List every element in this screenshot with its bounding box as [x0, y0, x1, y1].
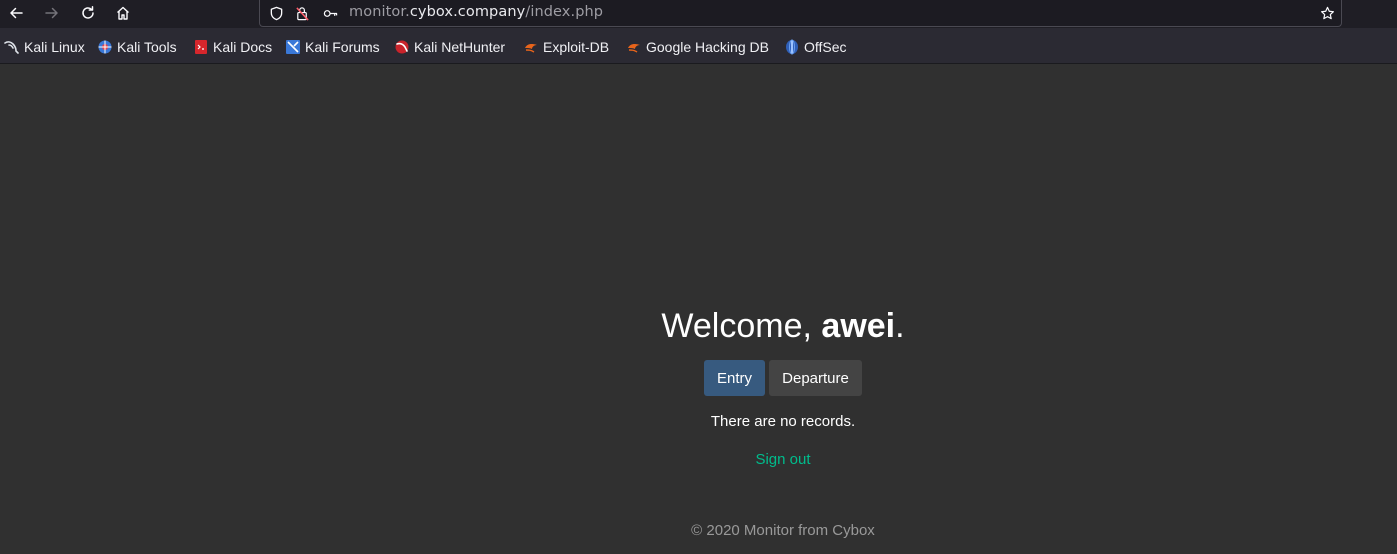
departure-button[interactable]: Departure [769, 360, 862, 396]
url-domain: cybox.company [409, 4, 526, 20]
tracking-protection-button[interactable] [267, 4, 285, 22]
welcome-heading: Welcome, awei. [583, 304, 983, 348]
kali-docs-icon [193, 39, 209, 55]
exploit-db-icon [523, 39, 539, 55]
bookmark-label: Kali NetHunter [414, 39, 506, 55]
bookmarks-bar: Kali Linux Kali Tools Kali Docs Kali For… [0, 28, 1397, 64]
insecure-lock-icon [295, 6, 309, 21]
welcome-suffix: . [895, 307, 905, 345]
reload-icon [82, 6, 94, 19]
kali-forums-icon [285, 39, 301, 55]
shield-icon [270, 6, 282, 20]
bookmark-kali-tools[interactable]: Kali Tools [97, 37, 177, 57]
welcome-prefix: Welcome, [661, 307, 822, 345]
site-security-button[interactable] [293, 4, 311, 22]
arrow-left-icon [10, 7, 23, 19]
bookmark-kali-docs[interactable]: Kali Docs [193, 37, 272, 57]
forward-button[interactable] [40, 2, 64, 24]
sign-out-link[interactable]: Sign out [683, 451, 883, 468]
bookmark-star-button[interactable] [1318, 4, 1336, 22]
url-prefix: monitor. [349, 4, 410, 20]
bookmark-kali-nethunter[interactable]: Kali NetHunter [394, 37, 505, 57]
star-icon [1320, 6, 1334, 19]
bookmark-exploit-db[interactable]: Exploit-DB [523, 37, 609, 57]
bookmark-kali-linux[interactable]: Kali Linux [4, 37, 85, 57]
bookmark-label: Kali Docs [213, 39, 273, 55]
page-content: Welcome, awei. Entry Departure There are… [0, 64, 1397, 554]
kali-nethunter-icon [394, 39, 410, 55]
entry-button[interactable]: Entry [704, 360, 765, 396]
footer-copyright: © 2020 Monitor from Cybox [691, 522, 875, 539]
bookmark-label: Kali Linux [24, 39, 85, 55]
home-button[interactable] [111, 2, 135, 24]
offsec-icon [784, 39, 800, 55]
bookmark-label: Kali Tools [117, 39, 177, 55]
bookmark-offsec[interactable]: OffSec [784, 37, 847, 57]
bookmark-google-hacking-db[interactable]: Google Hacking DB [626, 37, 769, 57]
bookmark-label: Kali Forums [305, 39, 380, 55]
reload-button[interactable] [76, 2, 100, 24]
no-records-message: There are no records. [710, 413, 856, 430]
browser-toolbar: monitor.cybox.company/index.php [0, 0, 1397, 28]
google-hacking-db-icon [626, 39, 642, 55]
bookmark-label: Google Hacking DB [646, 39, 769, 55]
home-icon [117, 6, 129, 20]
bookmark-kali-forums[interactable]: Kali Forums [285, 37, 380, 57]
back-button[interactable] [4, 2, 28, 24]
kali-tools-icon [97, 39, 113, 55]
permissions-button[interactable] [321, 4, 339, 22]
username: awei [821, 307, 896, 345]
kali-dragon-icon [4, 39, 20, 55]
arrow-right-icon [45, 7, 58, 19]
url-text[interactable]: monitor.cybox.company/index.php [349, 4, 603, 20]
bookmark-label: Exploit-DB [543, 39, 610, 55]
url-bar[interactable]: monitor.cybox.company/index.php [259, 0, 1342, 27]
bookmark-label: OffSec [804, 39, 847, 55]
key-icon [323, 9, 337, 17]
url-path: /index.php [525, 4, 604, 20]
